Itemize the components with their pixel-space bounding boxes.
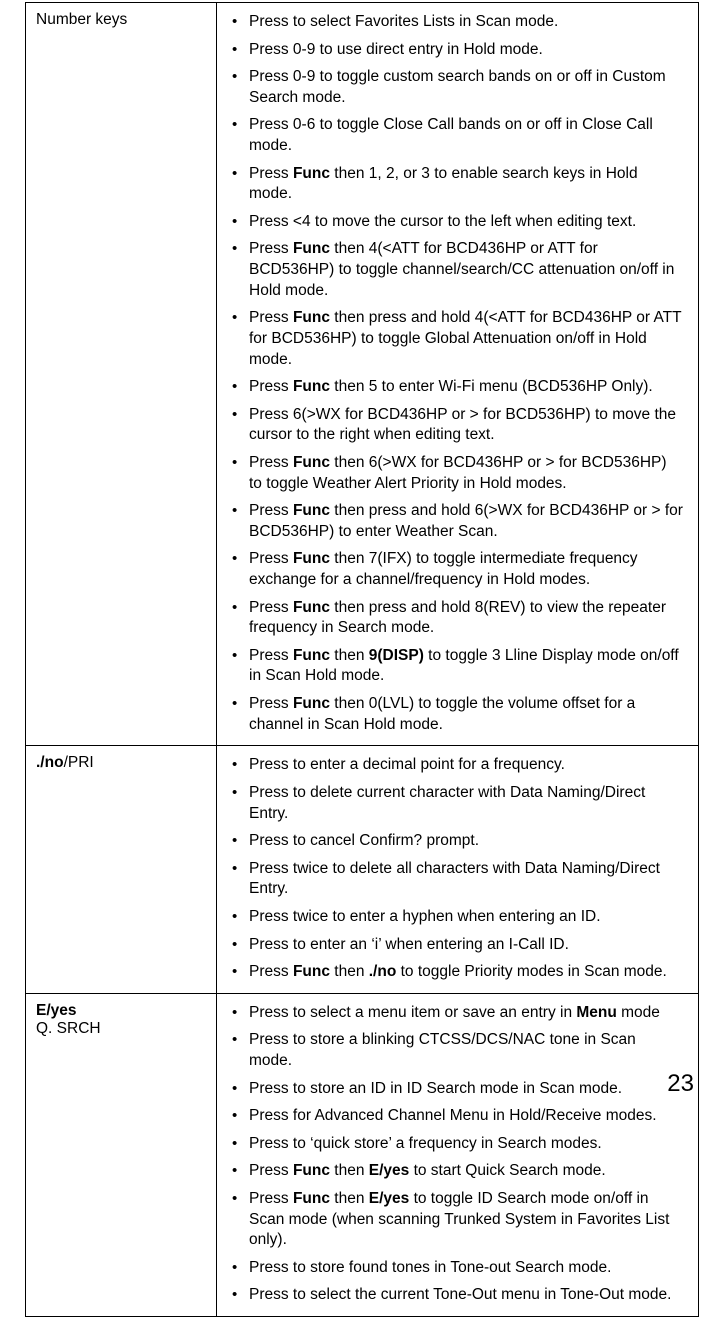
- key-description: Press to select a menu item or save an e…: [217, 993, 699, 1316]
- list-item: Press to store an ID in ID Search mode i…: [227, 1076, 688, 1104]
- list-item: Press to store a blinking CTCSS/DCS/NAC …: [227, 1027, 688, 1075]
- list-item: Press Func then 7(IFX) to toggle interme…: [227, 546, 688, 594]
- list-item: Press Func then 6(>WX for BCD436HP or > …: [227, 450, 688, 498]
- list-item: Press Func then 5 to enter Wi-Fi menu (B…: [227, 374, 688, 402]
- list-item: Press to cancel Confirm? prompt.: [227, 828, 688, 856]
- key-description: Press to enter a decimal point for a fre…: [217, 746, 699, 993]
- function-list: Press to enter a decimal point for a fre…: [227, 752, 688, 986]
- table-row: Number keys Press to select Favorites Lis…: [26, 3, 699, 746]
- list-item: Press to store found tones in Tone-out S…: [227, 1255, 688, 1283]
- list-item: Press 0-6 to toggle Close Call bands on …: [227, 112, 688, 160]
- key-label: Number keys: [26, 3, 217, 746]
- list-item: Press to enter a decimal point for a fre…: [227, 752, 688, 780]
- key-label: E/yesQ. SRCH: [26, 993, 217, 1316]
- function-list: Press to select Favorites Lists in Scan …: [227, 9, 688, 739]
- key-label: ./no/PRI: [26, 746, 217, 993]
- list-item: Press Func then 1, 2, or 3 to enable sea…: [227, 161, 688, 209]
- list-item: Press 6(>WX for BCD436HP or > for BCD536…: [227, 402, 688, 450]
- list-item: Press twice to delete all characters wit…: [227, 856, 688, 904]
- list-item: Press Func then press and hold 4(<ATT fo…: [227, 305, 688, 374]
- list-item: Press <4 to move the cursor to the left …: [227, 209, 688, 237]
- list-item: Press Func then 4(<ATT for BCD436HP or A…: [227, 236, 688, 305]
- list-item: Press Func then press and hold 6(>WX for…: [227, 498, 688, 546]
- list-item: Press Func then press and hold 8(REV) to…: [227, 595, 688, 643]
- list-item: Press to select a menu item or save an e…: [227, 1000, 688, 1028]
- key-functions-table: Number keys Press to select Favorites Lis…: [25, 2, 699, 1317]
- table-row: ./no/PRI Press to enter a decimal point f…: [26, 746, 699, 993]
- list-item: Press for Advanced Channel Menu in Hold/…: [227, 1103, 688, 1131]
- list-item: Press to enter an ‘i’ when entering an I…: [227, 932, 688, 960]
- function-list: Press to select a menu item or save an e…: [227, 1000, 688, 1310]
- table-row: E/yesQ. SRCH Press to select a menu item …: [26, 993, 699, 1316]
- list-item: Press to ‘quick store’ a frequency in Se…: [227, 1131, 688, 1159]
- list-item: Press to select the current Tone-Out men…: [227, 1282, 688, 1310]
- list-item: Press to select Favorites Lists in Scan …: [227, 9, 688, 37]
- list-item: Press Func then E/yes to start Quick Sea…: [227, 1158, 688, 1186]
- list-item: Press Func then E/yes to toggle ID Searc…: [227, 1186, 688, 1255]
- list-item: Press 0-9 to toggle custom search bands …: [227, 64, 688, 112]
- list-item: Press Func then 9(DISP) to toggle 3 Llin…: [227, 643, 688, 691]
- list-item: Press Func then ./no to toggle Priority …: [227, 959, 688, 987]
- key-description: Press to select Favorites Lists in Scan …: [217, 3, 699, 746]
- list-item: Press to delete current character with D…: [227, 780, 688, 828]
- list-item: Press 0-9 to use direct entry in Hold mo…: [227, 37, 688, 65]
- list-item: Press Func then 0(LVL) to toggle the vol…: [227, 691, 688, 739]
- page-number: 23: [667, 1070, 694, 1098]
- list-item: Press twice to enter a hyphen when enter…: [227, 904, 688, 932]
